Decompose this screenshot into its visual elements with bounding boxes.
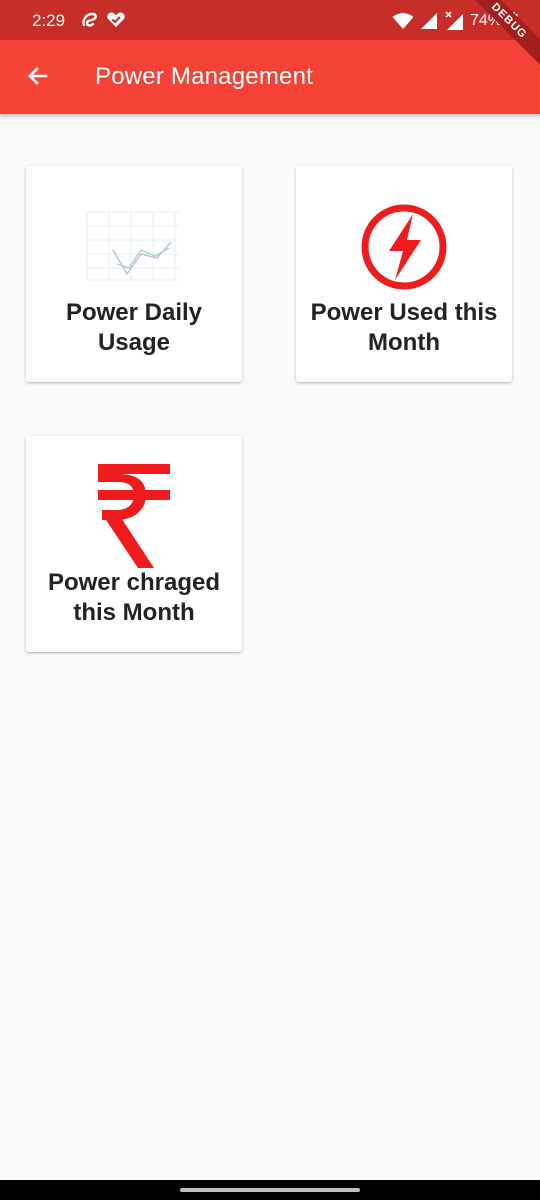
lightning-icon bbox=[361, 204, 447, 290]
card-power-charged-this-month[interactable]: Power chraged this Month bbox=[26, 436, 242, 652]
card-label: Power Used this Month bbox=[300, 298, 508, 358]
heart-check-icon bbox=[107, 12, 125, 27]
card-label-line: Usage bbox=[97, 329, 171, 356]
signal-x-icon bbox=[445, 11, 463, 30]
signal-icon bbox=[420, 13, 437, 29]
airtel-icon bbox=[82, 12, 97, 27]
card-label: Power chraged this Month bbox=[30, 568, 238, 628]
card-label-line: Power Used this bbox=[310, 299, 498, 326]
home-indicator[interactable] bbox=[180, 1188, 360, 1192]
card-icon-wrap bbox=[26, 462, 242, 570]
card-power-daily-usage[interactable]: Power Daily Usage bbox=[26, 166, 242, 382]
card-icon-wrap bbox=[26, 206, 242, 282]
app-bar: Power Management bbox=[0, 40, 540, 114]
back-button[interactable] bbox=[18, 56, 58, 96]
line-chart-icon bbox=[86, 211, 179, 281]
card-label-line: this Month bbox=[73, 599, 195, 626]
card-label-line: Month bbox=[368, 329, 440, 356]
status-left-icons bbox=[80, 11, 126, 29]
card-power-used-this-month[interactable]: Power Used this Month bbox=[296, 166, 512, 382]
card-label: Power Daily Usage bbox=[30, 298, 238, 358]
page-title: Power Management bbox=[95, 63, 313, 90]
status-time: 2:29 bbox=[32, 11, 66, 30]
navigation-bar bbox=[0, 1180, 540, 1200]
rupee-icon bbox=[98, 464, 170, 568]
arrow-back-icon bbox=[28, 67, 48, 85]
card-label-line: Power Daily bbox=[65, 299, 203, 326]
wifi-icon bbox=[392, 13, 414, 29]
card-label-line: Power chraged bbox=[47, 569, 221, 596]
card-icon-wrap bbox=[296, 202, 512, 292]
status-bar: 2:29 74% bbox=[0, 0, 540, 40]
